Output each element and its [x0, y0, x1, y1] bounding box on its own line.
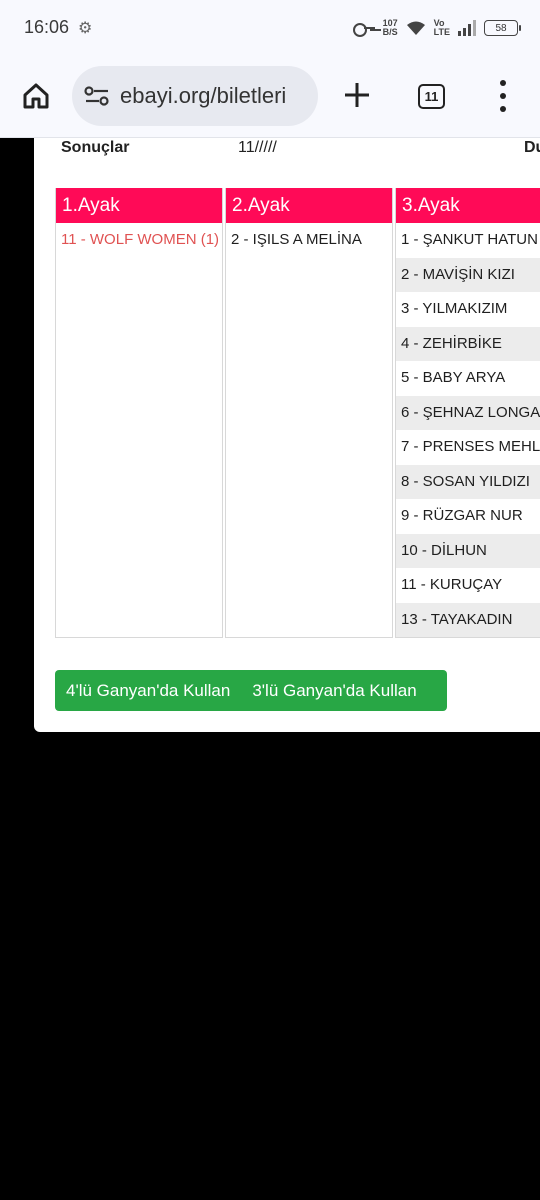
results-value: 11/////	[238, 139, 277, 156]
leg-horse-item: 10 - DİLHUN	[396, 533, 540, 568]
network-speed: 107 B/S	[383, 19, 398, 37]
results-row: Sonuçlar 11///// Du	[34, 138, 540, 160]
action-buttons: 4'lü Ganyan'da Kullan 3'lü Ganyan'da Kul…	[55, 670, 447, 711]
leg-header: 1.Ayak	[56, 188, 222, 223]
leg-horse-item: 13 - TAYAKADIN	[396, 602, 540, 637]
browser-toolbar: ebayi.org/biletleri 11	[0, 56, 540, 138]
site-settings-icon[interactable]	[84, 85, 110, 107]
ticket-card: Sonuçlar 11///// Du 1.Ayak 11 - WOLF WOM…	[34, 138, 540, 732]
wifi-icon	[406, 21, 425, 35]
signal-icon	[458, 20, 476, 36]
leg-header: 2.Ayak	[226, 188, 392, 223]
volte-bottom: LTE	[433, 27, 450, 37]
results-label: Sonuçlar	[61, 139, 130, 156]
leg-horse-item: 3 - YILMAKIZIM	[401, 300, 508, 317]
leg-items: 11 - WOLF WOMEN (1)	[56, 223, 222, 258]
settings-gear-icon: ⚙	[78, 20, 93, 37]
leg-horse-item: 6 - ŞEHNAZ LONGA	[396, 395, 540, 430]
leg-column-3: 3.Ayak 1 - ŞANKUT HATUN 2 - MAVİŞİN KIZI 3…	[395, 188, 540, 638]
leg-horse-item: 4 - ZEHİRBİKE	[396, 326, 540, 361]
leg-column-2: 2.Ayak 2 - IŞILS A MELİNA	[225, 188, 393, 638]
more-menu-icon[interactable]	[495, 80, 511, 112]
results-extra-column: Du	[524, 139, 540, 156]
tab-count: 11	[424, 89, 439, 104]
leg-horse-item: 1 - ŞANKUT HATUN	[401, 231, 538, 248]
legs-table: 1.Ayak 11 - WOLF WOMEN (1) 2.Ayak 2 - IŞ…	[55, 188, 540, 638]
leg-header: 3.Ayak	[396, 188, 540, 223]
leg-column-1: 1.Ayak 11 - WOLF WOMEN (1)	[55, 188, 223, 638]
battery-level: 58	[495, 22, 507, 34]
home-button[interactable]	[20, 80, 52, 112]
leg-items: 1 - ŞANKUT HATUN 2 - MAVİŞİN KIZI 3 - YILM…	[396, 223, 540, 637]
battery-icon: 58	[484, 20, 521, 36]
status-bar: 16:06 ⚙ 107 B/S Vo LTE 58	[0, 0, 540, 56]
tab-switcher-button[interactable]: 11	[418, 84, 445, 109]
leg-items: 2 - IŞILS A MELİNA	[226, 223, 392, 258]
use-4-ganyan-button[interactable]: 4'lü Ganyan'da Kullan	[55, 670, 241, 711]
leg-horse-item: 11 - WOLF WOMEN (1)	[61, 231, 220, 248]
leg-horse-item: 2 - IŞILS A MELİNA	[231, 231, 362, 248]
leg-horse-item: 9 - RÜZGAR NUR	[401, 507, 523, 524]
use-3-ganyan-button[interactable]: 3'lü Ganyan'da Kullan	[241, 670, 427, 711]
network-speed-unit: B/S	[382, 27, 398, 37]
new-tab-plus-icon[interactable]	[340, 78, 374, 112]
status-time: 16:06	[24, 17, 70, 37]
volte-indicator: Vo LTE	[434, 19, 450, 37]
leg-horse-item: 11 - KURUÇAY	[401, 576, 503, 593]
url-text[interactable]: ebayi.org/biletleri	[120, 83, 286, 109]
leg-horse-item: 7 - PRENSES MEHLİKA	[401, 438, 540, 455]
leg-horse-item: 2 - MAVİŞİN KIZI	[396, 257, 540, 292]
home-icon	[23, 83, 49, 109]
leg-horse-item: 8 - SOSAN YILDIZI	[396, 464, 540, 499]
address-bar[interactable]: ebayi.org/biletleri	[72, 66, 318, 126]
status-icons: 107 B/S Vo LTE 58	[352, 14, 521, 42]
leg-horse-item: 5 - BABY ARYA	[401, 369, 506, 386]
vpn-key-icon	[352, 22, 375, 37]
